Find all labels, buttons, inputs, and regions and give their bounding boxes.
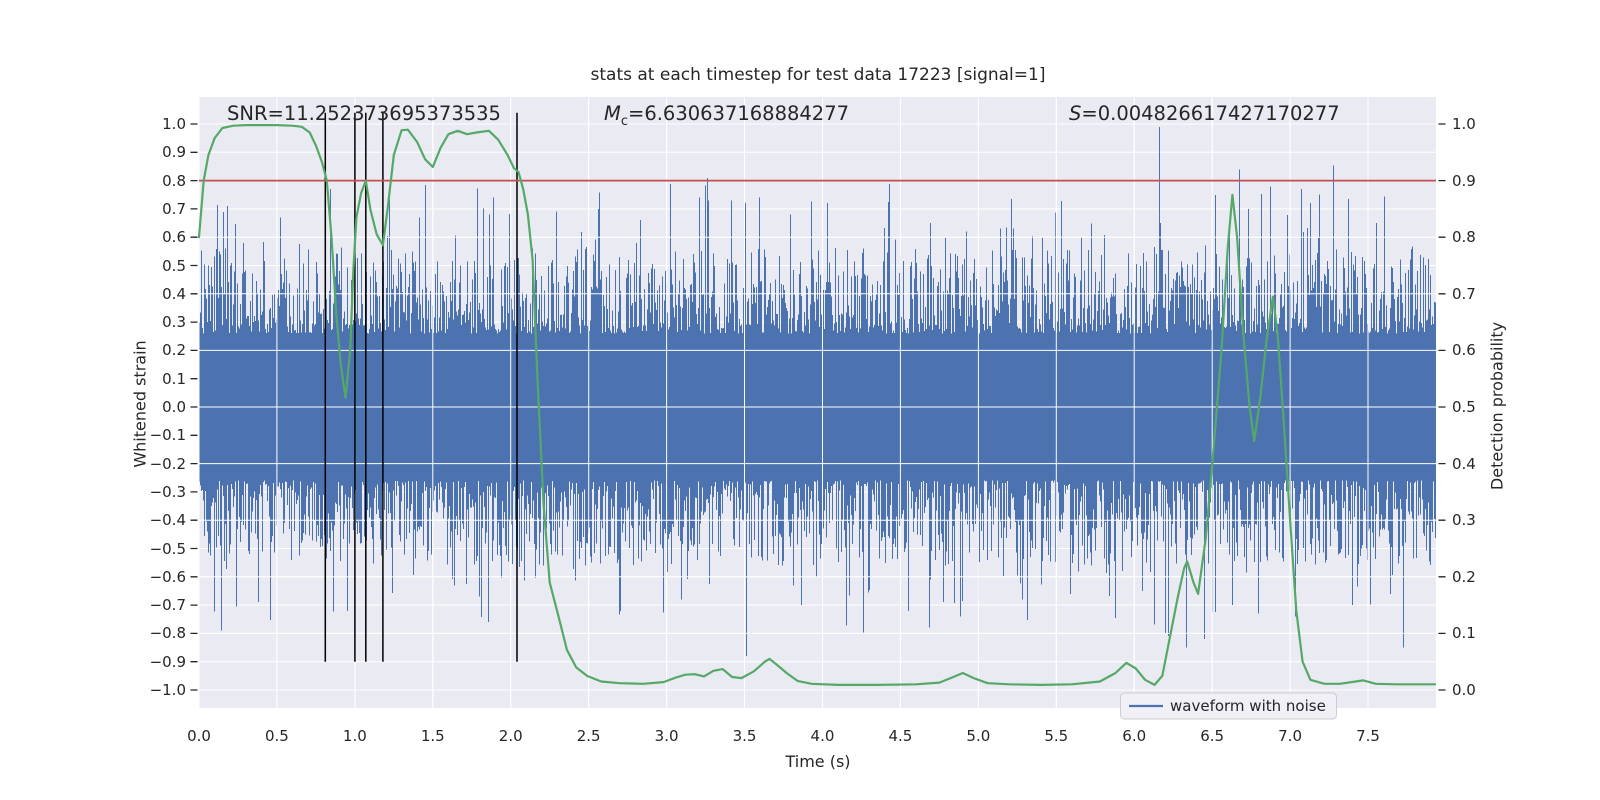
- left-tick-label: 0.1: [162, 369, 186, 388]
- right-tick-label: 0.3: [1452, 511, 1476, 530]
- left-tick-label: −0.7: [149, 596, 186, 615]
- x-tick-label: 0.0: [187, 727, 211, 745]
- x-tick-label: 1.5: [420, 727, 445, 745]
- left-tick-label: −0.5: [149, 539, 186, 558]
- right-tick-label: 0.4: [1452, 454, 1476, 473]
- left-tick-label: −0.2: [149, 454, 186, 473]
- s-value: =0.004826617427170277: [1081, 102, 1340, 125]
- left-tick-label: −1.0: [149, 681, 186, 699]
- right-tick-label: 1.0: [1452, 115, 1476, 133]
- x-tick-label: 3.0: [654, 727, 679, 745]
- x-axis-label: Time (s): [785, 752, 851, 771]
- x-tick-label: 7.0: [1278, 727, 1302, 745]
- x-tick-label: 7.5: [1356, 727, 1380, 745]
- x-tick-label: 4.0: [810, 727, 835, 745]
- left-tick-label: 0.2: [162, 341, 186, 360]
- x-tick-label: 2.5: [576, 727, 601, 745]
- chirp-mass-subscript: c: [620, 113, 628, 129]
- left-tick-label: −0.3: [149, 482, 186, 501]
- left-tick-label: 0.6: [162, 228, 186, 247]
- chirp-mass-annotation: Mc=6.630637168884277: [604, 102, 849, 129]
- left-tick-label: 0.8: [162, 171, 186, 190]
- chart-title: stats at each timestep for test data 172…: [590, 65, 1046, 85]
- left-tick-label: 0.3: [162, 313, 186, 332]
- chirp-mass-symbol: M: [604, 102, 621, 125]
- left-tick-label: −0.1: [149, 426, 186, 445]
- legend-label: waveform with noise: [1170, 697, 1326, 715]
- left-tick-label: 0.7: [162, 199, 186, 218]
- left-tick-label: 1.0: [162, 115, 186, 133]
- right-tick-label: 0.7: [1452, 284, 1476, 303]
- x-tick-label: 6.0: [1122, 727, 1147, 745]
- right-tick-label: 0.6: [1452, 341, 1476, 360]
- left-tick-label: 0.0: [162, 398, 186, 416]
- chirp-mass-value: =6.630637168884277: [627, 102, 850, 125]
- figure: stats at each timestep for test data 172…: [0, 0, 1600, 800]
- snr-annotation: SNR=11.252373695373535: [227, 102, 501, 125]
- x-tick-label: 2.0: [498, 727, 523, 745]
- left-tick-label: 0.4: [162, 284, 186, 303]
- right-tick-label: 0.0: [1452, 681, 1476, 699]
- left-tick-label: −0.9: [149, 652, 186, 671]
- left-tick-label: 0.9: [162, 143, 186, 162]
- x-tick-label: 3.5: [732, 727, 757, 745]
- x-tick-label: 5.5: [1044, 727, 1069, 745]
- left-tick-label: −0.8: [149, 624, 186, 643]
- s-symbol: S: [1069, 102, 1082, 125]
- right-tick-label: 0.9: [1452, 171, 1476, 190]
- x-tick-label: 6.5: [1200, 727, 1225, 745]
- right-tick-label: 0.5: [1452, 398, 1476, 416]
- right-tick-label: 0.8: [1452, 228, 1476, 247]
- s-statistic-annotation: S=0.004826617427170277: [1069, 102, 1340, 125]
- right-axis-label: Detection probability: [1487, 321, 1507, 491]
- x-tick-label: 0.5: [264, 727, 289, 745]
- x-tick-label: 4.5: [888, 727, 913, 745]
- right-tick-label: 0.1: [1452, 624, 1476, 643]
- left-tick-label: −0.4: [149, 511, 186, 530]
- left-tick-label: −0.6: [149, 567, 186, 586]
- left-tick-label: 0.5: [162, 256, 186, 275]
- right-tick-label: 0.2: [1452, 567, 1476, 586]
- x-tick-label: 1.0: [342, 727, 367, 745]
- x-tick-label: 5.0: [966, 727, 991, 745]
